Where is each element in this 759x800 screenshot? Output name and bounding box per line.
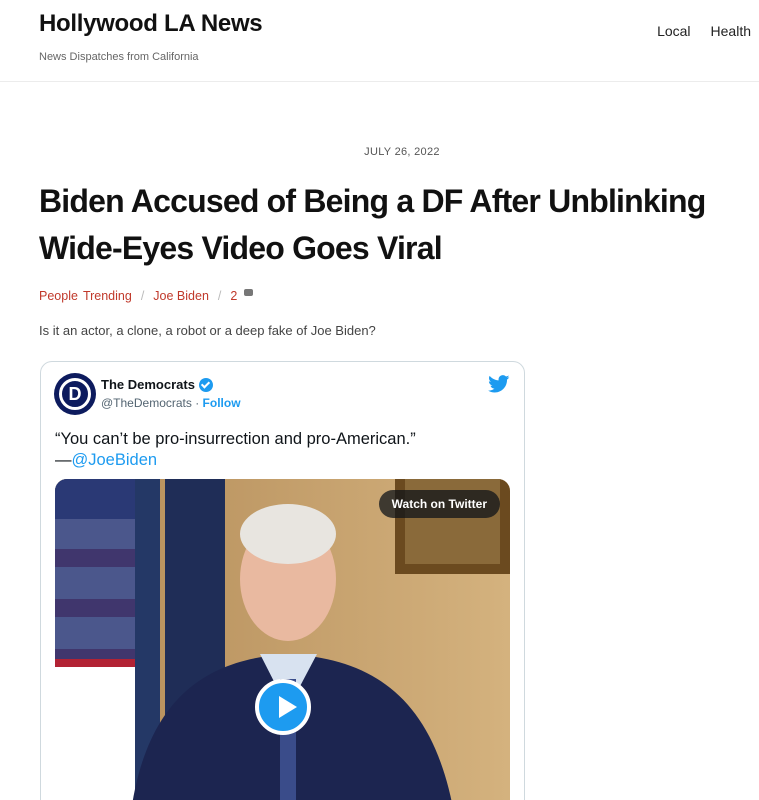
site-header: Hollywood LA News News Dispatches from C… (0, 0, 759, 82)
meta-separator: / (140, 289, 145, 303)
post-date: JULY 26, 2022 (364, 146, 440, 158)
handle-separator: · (191, 396, 203, 410)
twitter-bird-icon[interactable] (488, 375, 510, 393)
site-tagline: News Dispatches from California (39, 51, 199, 63)
meta-separator: / (217, 289, 222, 303)
tweet-author-name: The Democrats (101, 377, 195, 392)
embedded-tweet: D The Democrats @TheDemocrats · Follow “… (40, 361, 525, 800)
site-title[interactable]: Hollywood LA News (39, 10, 263, 38)
mention-link[interactable]: @JoeBiden (72, 451, 158, 469)
tweet-author[interactable]: The Democrats (101, 377, 213, 392)
tweet-text: “You can’t be pro-insurrection and pro-A… (55, 429, 515, 471)
tweet-video[interactable]: Watch on Twitter (55, 479, 510, 800)
nav-item-health[interactable]: Health (711, 23, 751, 39)
verified-badge-icon (198, 377, 213, 392)
category-link-people[interactable]: People (39, 289, 78, 303)
post-excerpt: Is it an actor, a clone, a robot or a de… (39, 323, 376, 338)
post-meta: People Trending / Joe Biden / 2 (39, 288, 254, 303)
avatar-letter: D (59, 378, 91, 410)
category-link-trending[interactable]: Trending (83, 289, 132, 303)
avatar[interactable]: D (54, 373, 96, 415)
play-icon[interactable] (255, 679, 311, 735)
video-thumbnail (55, 479, 510, 800)
tweet-quote: “You can’t be pro-insurrection and pro-A… (55, 430, 416, 448)
nav-item-local[interactable]: Local (657, 23, 690, 39)
tweet-dash: — (55, 451, 72, 469)
main-nav: Local Health (657, 23, 751, 39)
post-title: Biden Accused of Being a DF After Unblin… (39, 183, 706, 266)
tweet-handle[interactable]: @TheDemocrats (101, 396, 192, 410)
comments-link[interactable]: 2 (230, 289, 237, 303)
tweet-handle-row: @TheDemocrats · Follow (101, 396, 241, 410)
comment-bubble-icon (244, 288, 254, 296)
follow-button[interactable]: Follow (203, 396, 241, 410)
tag-link-joe-biden[interactable]: Joe Biden (153, 289, 209, 303)
tweet-signature-line: —@JoeBiden (55, 450, 515, 471)
watch-on-twitter-button[interactable]: Watch on Twitter (378, 490, 500, 518)
